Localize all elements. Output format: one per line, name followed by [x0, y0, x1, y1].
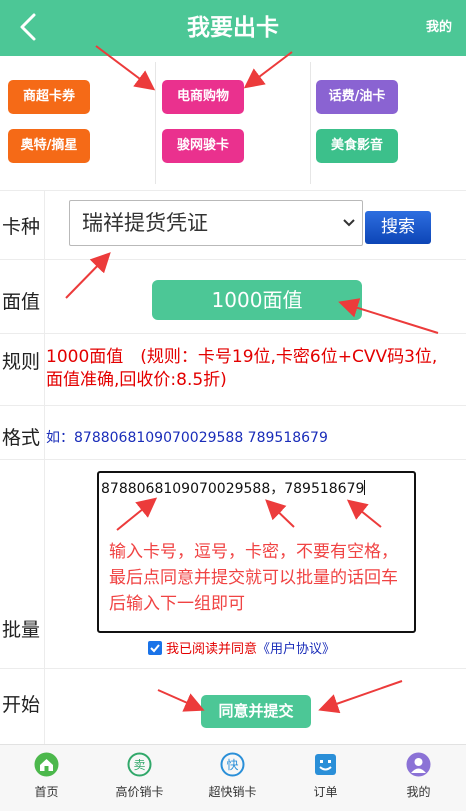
batch-input[interactable]: 8788068109070029588，789518679 输入卡号，逗号，卡密…: [97, 471, 416, 633]
category-button[interactable]: 奥特/摘星: [8, 129, 90, 163]
card-type-value: 瑞祥提货凭证: [82, 211, 208, 235]
category-button[interactable]: 美食影音: [316, 129, 398, 163]
category-button[interactable]: 电商购物: [162, 80, 244, 114]
agreement-text: 我已阅读并同意: [166, 642, 258, 657]
order-icon: [315, 754, 336, 775]
face-value-button[interactable]: 1000面值: [152, 280, 362, 320]
arrow-icon: [157, 689, 205, 712]
category-grid: 商超卡券 电商购物 话费/油卡 奥特/摘星 骏网骏卡 美食影音: [0, 56, 466, 190]
divider: [155, 62, 156, 184]
nav-label: 高价销卡: [115, 785, 164, 799]
batch-hint: 输入卡号，逗号，卡密，不要有空格，最后点同意并提交就可以批量的话回车后输入下一组…: [109, 542, 398, 614]
nav-item-sell-card[interactable]: 卖 高价销卡: [93, 745, 186, 811]
nav-label: 首页: [34, 785, 59, 799]
rule-text: 1000面值 (规则：卡号19位,卡密6位+CVV码3位,面值准确,回收价:8.…: [46, 347, 438, 390]
rule-label: 规则: [2, 351, 41, 373]
divider: [0, 668, 466, 669]
arrow-icon: [65, 252, 111, 299]
nav-item-fast-sell[interactable]: 快 超快销卡: [186, 745, 279, 811]
agree-submit-button[interactable]: 同意并提交: [201, 695, 311, 728]
batch-input-text: 8788068109070029588，789518679: [101, 478, 366, 498]
nav-item-orders[interactable]: 订单: [279, 745, 372, 811]
arrow-icon: [318, 680, 403, 714]
search-button[interactable]: 搜索: [365, 211, 431, 244]
format-label: 格式: [2, 427, 41, 449]
nav-item-profile[interactable]: 我的: [372, 745, 465, 811]
nav-item-home[interactable]: 首页: [0, 745, 93, 811]
divider: [0, 259, 466, 260]
header: 我要出卡 我的: [0, 0, 466, 56]
profile-icon: [406, 752, 431, 777]
divider: [0, 333, 466, 334]
home-icon: [34, 752, 59, 777]
category-button[interactable]: 话费/油卡: [316, 80, 398, 114]
batch-value: 8788068109070029588，789518679: [101, 481, 365, 497]
category-button[interactable]: 骏网骏卡: [162, 129, 244, 163]
card-type-select[interactable]: 瑞祥提货凭证: [69, 200, 363, 246]
bottom-nav: 首页 卖 高价销卡 快 超快销卡 订单 我的: [0, 744, 466, 811]
category-button[interactable]: 商超卡券: [8, 80, 90, 114]
svg-text:快: 快: [226, 758, 238, 772]
divider: [0, 459, 466, 460]
user-agreement-link[interactable]: 《用户协议》: [257, 642, 335, 657]
nav-label: 我的: [406, 785, 431, 799]
divider: [0, 405, 466, 406]
check-icon: [150, 644, 160, 653]
start-label: 开始: [2, 694, 41, 716]
page-title: 我要出卡: [187, 15, 279, 41]
chevron-down-icon: [343, 219, 355, 227]
divider: [0, 190, 466, 191]
divider: [310, 62, 311, 184]
format-example: 如：8788068109070029588 789518679: [46, 430, 328, 446]
card-type-label: 卡种: [2, 216, 41, 238]
nav-label: 订单: [313, 785, 338, 799]
svg-text:卖: 卖: [133, 758, 145, 772]
agreement-row: 我已阅读并同意《用户协议》: [148, 638, 335, 657]
text-caret: [364, 480, 366, 495]
face-value-label: 面值: [2, 291, 41, 313]
batch-label: 批量: [2, 619, 41, 641]
sell-card-icon: 卖: [127, 752, 152, 777]
fast-icon: 快: [220, 752, 245, 777]
divider: [44, 190, 45, 744]
agree-checkbox[interactable]: [148, 641, 162, 655]
nav-label: 超快销卡: [208, 785, 257, 799]
header-my-link[interactable]: 我的: [426, 0, 452, 56]
